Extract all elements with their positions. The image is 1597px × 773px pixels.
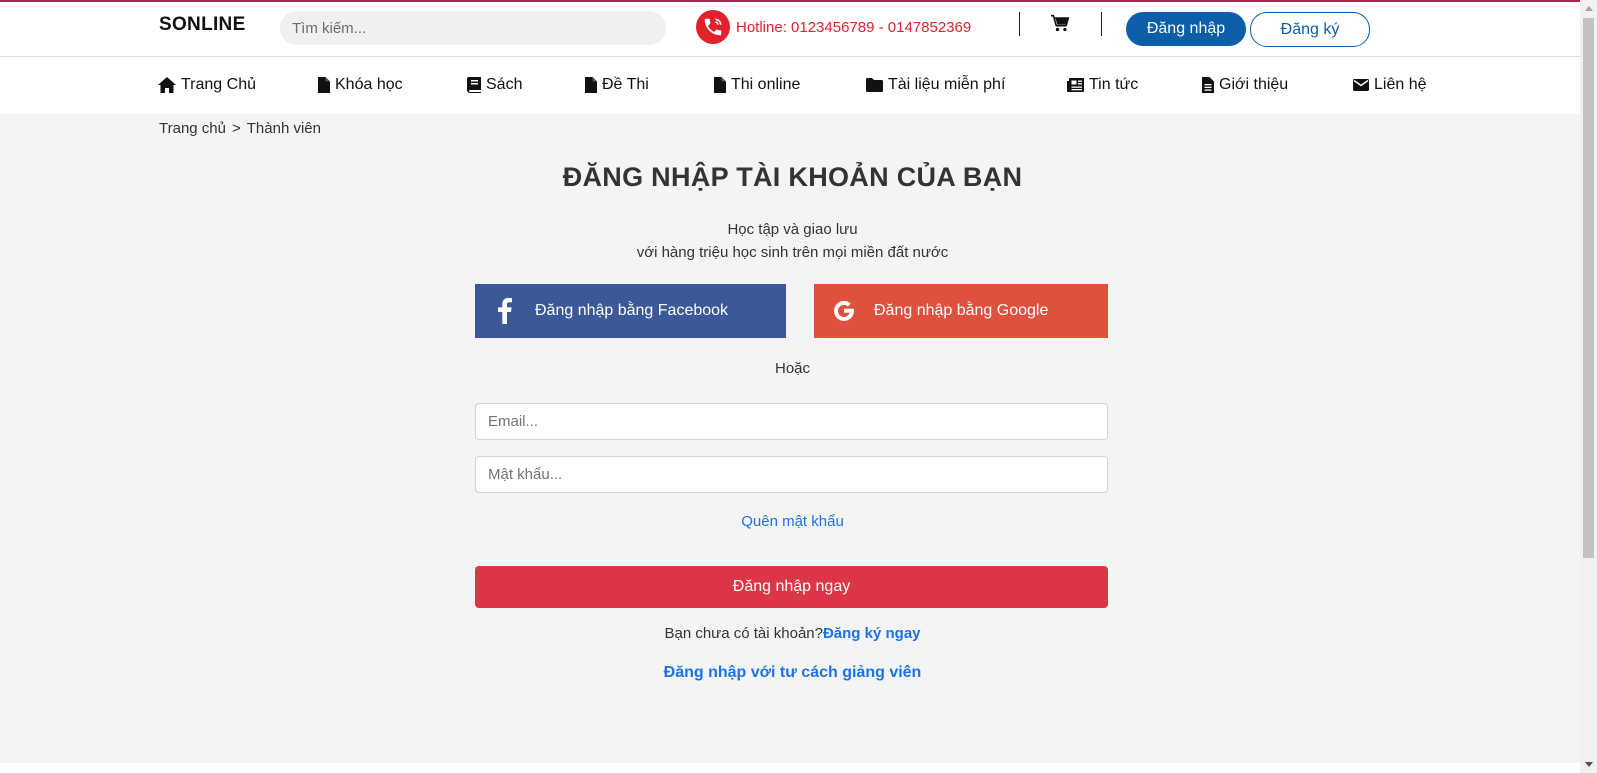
google-login-label: Đăng nhập bằng Google <box>874 302 1049 319</box>
newspaper-icon <box>1067 78 1084 92</box>
main-nav: Trang Chủ Khóa học Sách Đề Thi Thi onlin… <box>0 58 1580 114</box>
facebook-icon <box>481 298 529 324</box>
forgot-password-link[interactable]: Quên mật khẩu <box>0 513 1585 530</box>
file-icon <box>714 77 726 93</box>
search-input[interactable] <box>280 11 666 45</box>
email-field[interactable] <box>475 403 1108 440</box>
nav-item-label: Giới thiệu <box>1219 76 1289 93</box>
nav-item-contact[interactable]: Liên hệ <box>1353 76 1427 94</box>
or-divider: Hoặc <box>774 360 811 377</box>
site-logo[interactable]: SONLINE <box>159 14 246 36</box>
login-submit-button[interactable]: Đăng nhập ngay <box>475 566 1108 608</box>
nav-item-label: Tài liệu miễn phí <box>888 76 1006 93</box>
subtitle-line2: với hàng triệu học sinh trên mọi miền đấ… <box>636 244 949 261</box>
breadcrumb: Trang chủ > Thành viên <box>159 120 321 137</box>
breadcrumb-home[interactable]: Trang chủ <box>159 120 226 137</box>
file-text-icon <box>1202 77 1214 93</box>
breadcrumb-separator: > <box>231 120 241 137</box>
nav-item-news[interactable]: Tin tức <box>1067 76 1138 94</box>
book-icon <box>467 77 481 93</box>
login-section: Trang chủ > Thành viên ĐĂNG NHẬP TÀI KHO… <box>0 114 1580 763</box>
scroll-down-icon[interactable] <box>1580 756 1597 773</box>
header-divider <box>1101 12 1102 36</box>
page-scrollbar[interactable] <box>1580 0 1597 773</box>
nav-item-label: Tin tức <box>1089 76 1139 93</box>
nav-item-books[interactable]: Sách <box>467 76 522 94</box>
hotline-text: Hotline: 0123456789 - 0147852369 <box>736 18 972 36</box>
page-title: ĐĂNG NHẬP TÀI KHOẢN CỦA BẠN <box>562 162 1023 192</box>
nav-item-courses[interactable]: Khóa học <box>318 76 403 94</box>
header-divider <box>1019 12 1020 36</box>
nav-item-label: Trang Chủ <box>181 76 256 93</box>
scrollbar-thumb[interactable] <box>1583 18 1594 558</box>
scroll-up-icon[interactable] <box>1580 0 1597 17</box>
nav-item-label: Liên hệ <box>1374 76 1427 93</box>
nav-item-label: Khóa học <box>335 76 403 93</box>
home-icon <box>158 77 176 93</box>
folder-icon <box>866 78 883 92</box>
register-now-link[interactable]: Đăng ký ngay <box>823 625 921 642</box>
footer-strip <box>0 763 1580 773</box>
site-header: SONLINE Hotline: 0123456789 - 0147852369… <box>0 2 1580 57</box>
nav-item-online-exam[interactable]: Thi online <box>714 76 800 94</box>
google-login-button[interactable]: Đăng nhập bằng Google <box>814 284 1108 338</box>
file-icon <box>585 77 597 93</box>
password-field[interactable] <box>475 456 1108 493</box>
breadcrumb-current: Thành viên <box>246 120 321 137</box>
nav-item-label: Sách <box>486 76 523 93</box>
no-account-text: Bạn chưa có tài khoản? <box>664 625 823 642</box>
facebook-login-label: Đăng nhập bằng Facebook <box>535 302 729 319</box>
nav-item-exams[interactable]: Đề Thi <box>585 76 649 94</box>
subtitle-line1: Học tập và giao lưu <box>727 221 858 238</box>
nav-item-home[interactable]: Trang Chủ <box>158 76 256 94</box>
phone-icon <box>696 10 730 44</box>
login-button[interactable]: Đăng nhập <box>1126 12 1246 46</box>
nav-item-label: Đề Thi <box>602 76 649 93</box>
file-icon <box>318 77 330 93</box>
facebook-login-button[interactable]: Đăng nhập bằng Facebook <box>475 284 786 338</box>
nav-item-label: Thi online <box>731 76 801 93</box>
register-button[interactable]: Đăng ký <box>1250 12 1370 47</box>
teacher-login-link[interactable]: Đăng nhập với tư cách giảng viên <box>0 664 1585 682</box>
nav-item-about[interactable]: Giới thiệu <box>1202 76 1288 94</box>
nav-item-free-docs[interactable]: Tài liệu miễn phí <box>866 76 1005 94</box>
hotline[interactable]: Hotline: 0123456789 - 0147852369 <box>696 10 971 44</box>
cart-icon[interactable] <box>1050 14 1070 37</box>
envelope-icon <box>1353 79 1369 91</box>
google-icon <box>814 298 874 324</box>
no-account-row: Bạn chưa có tài khoản?Đăng ký ngay <box>0 625 1585 642</box>
